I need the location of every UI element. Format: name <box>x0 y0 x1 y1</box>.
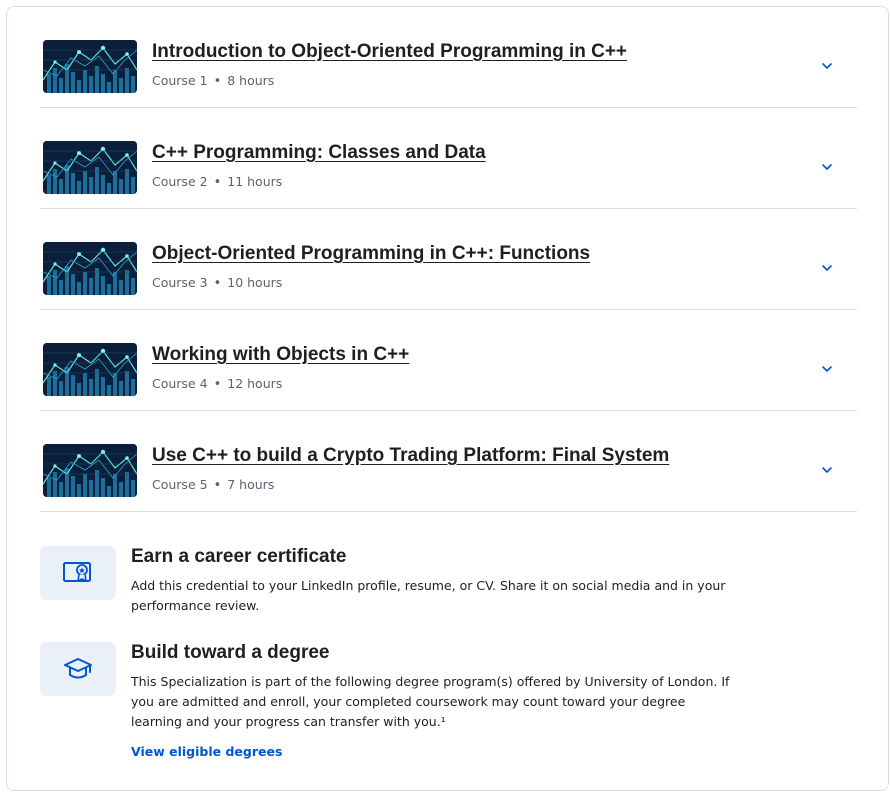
degree-description: This Specialization is part of the follo… <box>131 674 730 729</box>
course-row[interactable]: Use C++ to build a Crypto Trading Platfo… <box>40 411 857 512</box>
graduation-cap-icon <box>64 658 92 679</box>
course-duration: 12 hours <box>227 376 283 391</box>
meta-separator: • <box>213 276 222 291</box>
degree-icon-box <box>40 642 116 696</box>
course-number: Course 2 <box>152 174 208 189</box>
degree-title: Build toward a degree <box>131 642 330 663</box>
course-title[interactable]: Introduction to Object-Oriented Programm… <box>152 41 627 63</box>
chevron-down-icon[interactable] <box>818 158 836 176</box>
course-thumbnail <box>43 141 137 194</box>
course-title[interactable]: Use C++ to build a Crypto Trading Platfo… <box>152 445 669 467</box>
course-meta: Course 3 • 10 hours <box>152 275 282 291</box>
course-thumbnail <box>43 40 137 93</box>
view-eligible-degrees-link[interactable]: View eligible degrees <box>131 744 282 759</box>
course-row[interactable]: Working with Objects in C++ Course 4 • 12 … <box>40 310 857 411</box>
course-row[interactable]: C++ Programming: Classes and Data Course… <box>40 108 857 209</box>
certificate-feature: Earn a career certificate Add this crede… <box>40 546 857 616</box>
course-duration: 11 hours <box>227 174 283 189</box>
course-duration: 10 hours <box>227 275 283 290</box>
degree-feature: Build toward a degree This Specializatio… <box>40 642 857 767</box>
course-duration: 7 hours <box>227 477 275 492</box>
chevron-down-icon[interactable] <box>818 259 836 277</box>
course-row[interactable]: Object-Oriented Programming in C++: Func… <box>40 209 857 310</box>
course-number: Course 1 <box>152 73 208 88</box>
course-number: Course 5 <box>152 477 208 492</box>
certificate-title: Earn a career certificate <box>131 546 347 567</box>
chevron-down-icon[interactable] <box>818 461 836 479</box>
meta-separator: • <box>213 175 222 190</box>
course-number: Course 4 <box>152 376 208 391</box>
course-meta: Course 5 • 7 hours <box>152 477 274 493</box>
course-duration: 8 hours <box>227 73 275 88</box>
course-title[interactable]: Working with Objects in C++ <box>152 344 409 366</box>
course-meta: Course 2 • 11 hours <box>152 174 282 190</box>
chevron-down-icon[interactable] <box>818 360 836 378</box>
meta-separator: • <box>213 478 222 493</box>
certificate-icon-box <box>40 546 116 600</box>
course-title[interactable]: Object-Oriented Programming in C++: Func… <box>152 243 590 265</box>
course-thumbnail <box>43 343 137 396</box>
course-meta: Course 1 • 8 hours <box>152 73 274 89</box>
chevron-down-icon[interactable] <box>818 57 836 75</box>
course-thumbnail <box>43 242 137 295</box>
course-thumbnail <box>43 444 137 497</box>
certificate-icon <box>63 562 91 582</box>
certificate-description: Add this credential to your LinkedIn pro… <box>131 578 726 613</box>
course-title[interactable]: C++ Programming: Classes and Data <box>152 142 486 164</box>
meta-separator: • <box>213 377 222 392</box>
course-row[interactable]: Introduction to Object-Oriented Programm… <box>40 7 857 108</box>
syllabus-card: Introduction to Object-Oriented Programm… <box>6 6 889 791</box>
course-list: Introduction to Object-Oriented Programm… <box>40 7 857 512</box>
course-number: Course 3 <box>152 275 208 290</box>
meta-separator: • <box>213 74 222 89</box>
course-meta: Course 4 • 12 hours <box>152 376 282 392</box>
